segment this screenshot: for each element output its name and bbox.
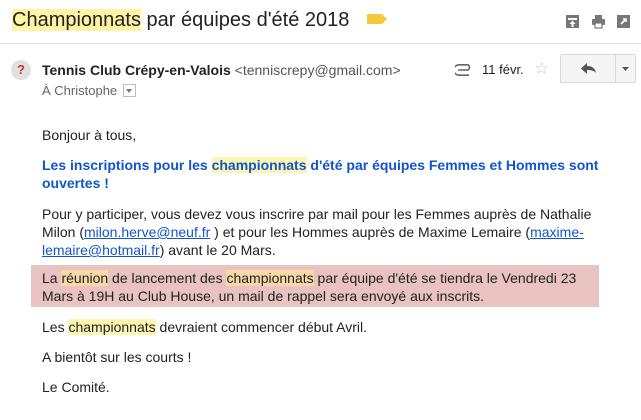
header-divider: [0, 43, 641, 44]
sender-name[interactable]: Tennis Club Crépy-en-Valois: [42, 62, 231, 78]
email-subject: Championnats par équipes d'été 2018: [12, 9, 388, 32]
subject-bar: Championnats par équipes d'été 2018: [0, 0, 641, 42]
instructions-text-3: ) avant le 20 Mars.: [159, 242, 276, 258]
recipient-details-toggle[interactable]: [123, 84, 137, 97]
sender-avatar[interactable]: ?: [11, 60, 31, 80]
meeting-paragraph: La réunion de lancement des championnats…: [42, 269, 592, 305]
search-highlight: championnats: [211, 157, 307, 173]
search-highlight: championnats: [226, 270, 314, 286]
reply-icon[interactable]: [561, 55, 615, 82]
new-window-icon[interactable]: [616, 14, 631, 29]
email-link-milon[interactable]: milon.herve@neuf.fr: [84, 224, 210, 240]
recipient-text: À Christophe: [42, 83, 118, 98]
announce-paragraph: Les inscriptions pour les championnats d…: [42, 156, 602, 192]
meeting-text-2: de lancement des: [108, 270, 227, 286]
print-icon[interactable]: [591, 14, 606, 29]
greeting-paragraph: Bonjour à tous,: [42, 127, 137, 143]
instructions-text-2: ) et pour les Hommes auprès de Maxime Le…: [210, 224, 531, 240]
subject-rest: par équipes d'été 2018: [140, 9, 350, 31]
attachment-icon: [455, 64, 471, 76]
search-highlight: championnats: [68, 319, 156, 335]
meeting-text-1: La: [42, 270, 62, 286]
label-tag-icon[interactable]: [367, 14, 388, 24]
start-paragraph: Les championnats devraient commencer déb…: [42, 318, 602, 336]
signature: Le Comité.: [42, 379, 110, 395]
star-icon[interactable]: ☆: [534, 59, 549, 79]
instructions-paragraph: Pour y participer, vous devez vous inscr…: [42, 205, 602, 259]
message-date: 11 févr.: [482, 62, 524, 77]
sender-line: Tennis Club Crépy-en-Valois <tenniscrepy…: [42, 62, 401, 78]
recipient-line: À Christophe: [42, 83, 137, 98]
sender-email: <tenniscrepy@gmail.com>: [234, 62, 401, 78]
announce-text-1: Les inscriptions pour les: [42, 157, 212, 173]
reply-button-group: [560, 54, 636, 83]
subject-highlight: Championnats: [12, 9, 141, 31]
start-text-1: Les: [42, 319, 69, 335]
closing-paragraph: A bientôt sur les courts !: [42, 349, 192, 365]
search-highlight: réunion: [61, 270, 109, 286]
archive-icon[interactable]: [565, 14, 580, 29]
start-text-2: devraient commencer début Avril.: [155, 319, 368, 335]
more-options-icon[interactable]: [616, 55, 635, 82]
